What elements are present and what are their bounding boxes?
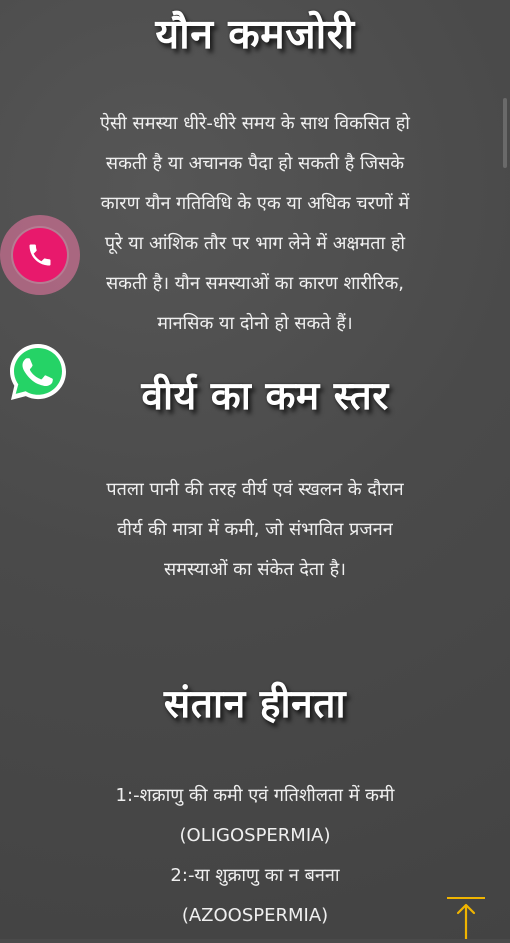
phone-icon (29, 244, 51, 266)
paragraph-line: समस्याओं का संकेत देता है। (164, 559, 346, 580)
section-1-heading-wrap: यौन कमजोरी (0, 8, 510, 60)
section-title: वीर्य का कम स्तर (141, 374, 389, 419)
paragraph-line: 1:-शक्राणु की कमी एवं गतिशीलता में कमी (115, 785, 395, 806)
paragraph-line: सकती है। यौन समस्याओं का कारण शारीरिक, (106, 273, 404, 294)
paragraph-line: (AZOOSPERMIA) (181, 905, 329, 926)
section-3-body: 1:-शक्राणु की कमी एवं गतिशीलता में कमी (… (0, 776, 510, 936)
call-button-inner[interactable] (13, 228, 67, 282)
section-title: संतान हीनता (163, 682, 347, 727)
section-paragraph: पतला पानी की तरह वीर्य एवं स्खलन के दौरा… (55, 470, 455, 590)
paragraph-line: मानसिक या दोनो हो सकते हैं। (157, 313, 353, 334)
section-3-heading-wrap: संतान हीनता (0, 680, 510, 730)
paragraph-line: कारण यौन गतिविधि के एक या अधिक चरणों में (100, 193, 410, 214)
section-paragraph: 1:-शक्राणु की कमी एवं गतिशीलता में कमी (… (45, 776, 465, 936)
section-title: यौन कमजोरी (155, 10, 355, 58)
paragraph-line: (OLIGOSPERMIA) (179, 825, 331, 846)
paragraph-line: 2:-या शुक्राणु का न बनना (170, 865, 340, 886)
section-2-body: पतला पानी की तरह वीर्य एवं स्खलन के दौरा… (0, 470, 510, 590)
paragraph-line: सकती है या अचानक पैदा हो सकती है जिसके (105, 153, 405, 174)
whatsapp-button[interactable] (6, 340, 70, 404)
paragraph-line: ऐसी समस्या धीरे-धीरे समय के साथ विकसित ह… (100, 113, 410, 134)
section-1-body: ऐसी समस्या धीरे-धीरे समय के साथ विकसित ह… (0, 104, 510, 344)
paragraph-line: पूरे या आंशिक तौर पर भाग लेने में अक्षमत… (104, 233, 406, 254)
paragraph-line: पतला पानी की तरह वीर्य एवं स्खलन के दौरा… (106, 479, 404, 500)
paragraph-line: वीर्य की मात्रा में कमी, जो संभावित प्रज… (117, 519, 393, 540)
arrow-up-icon (447, 897, 485, 939)
section-2-heading-wrap: वीर्य का कम स्तर (20, 372, 510, 422)
section-paragraph: ऐसी समस्या धीरे-धीरे समय के साथ विकसित ह… (50, 104, 460, 344)
whatsapp-icon (10, 344, 66, 400)
scroll-top-button[interactable] (443, 895, 489, 939)
page: यौन कमजोरी ऐसी समस्या धीरे-धीरे समय के स… (0, 0, 510, 939)
call-button[interactable] (0, 215, 80, 295)
